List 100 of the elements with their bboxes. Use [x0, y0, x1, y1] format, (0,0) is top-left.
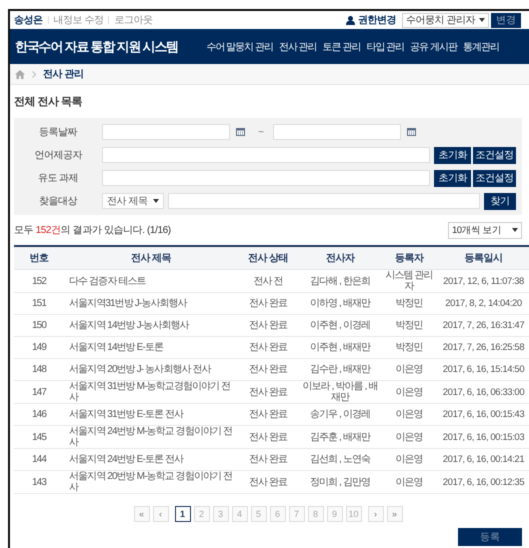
table-cell: 151: [14, 292, 64, 314]
table-cell: 2017, 12, 6, 11:07:38: [436, 270, 529, 292]
table-cell[interactable]: 서울지역 20번방 J- 농사회행사 전사: [64, 358, 238, 380]
nav-item[interactable]: 토큰 관리: [322, 40, 360, 54]
text-field[interactable]: [102, 170, 430, 186]
breadcrumb-item[interactable]: 전사 관리: [43, 67, 84, 81]
nav-item[interactable]: 통계관리: [463, 40, 499, 54]
table-cell: 150: [14, 314, 64, 336]
nav-item[interactable]: 공유 게시판: [410, 40, 457, 54]
page-number[interactable]: 1: [174, 506, 190, 522]
home-icon: [15, 70, 25, 78]
table-cell: 박정민: [382, 292, 436, 314]
table-cell: 전사 완료: [238, 448, 298, 470]
table-cell: 145: [14, 426, 64, 448]
table-cell: 시스템 관리자: [382, 270, 436, 292]
range-separator: ~: [257, 126, 265, 138]
text-field[interactable]: [102, 147, 430, 163]
table-cell[interactable]: 서울지역 14번방 E-토론: [64, 336, 238, 358]
calendar-icon: [236, 128, 245, 136]
table-cell: 김수란 , 배재만: [298, 358, 382, 380]
table-cell: 김다해 , 한은희: [298, 270, 382, 292]
table-cell[interactable]: 서울지역 20번방 M-농학교 경험이야기 전사: [64, 470, 238, 494]
reset-button[interactable]: 초기화: [434, 146, 471, 164]
table-cell[interactable]: 서울지역31번방 J-농사회행사: [64, 292, 238, 314]
table-cell: 이은영: [382, 404, 436, 426]
table-cell: 전사 완료: [238, 336, 298, 358]
column-header: 전사자: [298, 246, 382, 270]
caret-icon: [479, 18, 485, 22]
search-field[interactable]: [168, 193, 480, 209]
user-link[interactable]: 송성은: [14, 13, 42, 27]
target-select[interactable]: 전사 제목: [102, 193, 164, 209]
column-header: 번호: [14, 246, 64, 270]
filter-label: 찾을대상: [38, 195, 78, 208]
table-cell[interactable]: 서울지역 24번방 M-농학교 경험이야기 전사: [64, 426, 238, 448]
table-cell: 2017, 7, 26, 16:31:47: [436, 314, 529, 336]
table-cell[interactable]: 다수 검증자 테스트: [64, 270, 238, 292]
nav-item[interactable]: 전사 관리: [278, 40, 317, 54]
filter-label: 언어제공자: [33, 149, 84, 162]
table-cell: 이은영: [382, 470, 436, 494]
table-cell: 김주훈 , 배재만: [298, 426, 382, 448]
top-link[interactable]: 내정보 수정: [54, 13, 104, 27]
table-cell[interactable]: 서울지역 31번방 M-농학교경험이야기 전사: [64, 380, 238, 404]
table-cell: 이은영: [382, 448, 436, 470]
filter-label: 등록날짜: [38, 126, 78, 139]
table-cell: 2017, 6, 16, 00:14:21: [436, 448, 529, 470]
nav-item[interactable]: 수어 말뭉치 관리: [206, 40, 273, 54]
table-cell: 이주현 , 배재만: [298, 336, 382, 358]
result-count-text: 모두 152건의 결과가 있습니다. (1/16): [14, 224, 171, 237]
table-cell: 2017, 7, 26, 16:25:58: [436, 336, 529, 358]
table-cell: 박정민: [382, 336, 436, 358]
nav-item[interactable]: 타입 관리: [366, 40, 404, 54]
top-link[interactable]: 로그아웃: [114, 13, 152, 27]
table-cell[interactable]: 서울지역 31번방 E-토론 전사: [64, 404, 238, 426]
search-button[interactable]: 찾기: [484, 192, 516, 210]
table-cell: 2017, 6, 16, 00:15:43: [436, 404, 529, 426]
table-cell: 이보라 , 박아름 , 배재만: [298, 380, 382, 404]
chevron-icon: [32, 70, 36, 78]
role-select[interactable]: 수어뭉치 관리자: [402, 12, 489, 28]
calendar-icon: [407, 128, 416, 136]
table-cell: 전사 완료: [238, 292, 298, 314]
table-cell: 149: [14, 336, 64, 358]
table-cell: 2017, 6, 16, 00:15:03: [436, 426, 529, 448]
column-header: 등록일시: [436, 246, 529, 270]
table-cell: 2017, 6, 16, 15:14:50: [436, 358, 529, 380]
table-cell: 전사 완료: [238, 404, 298, 426]
table-cell: 144: [14, 448, 64, 470]
table-cell: 152: [14, 270, 64, 292]
table-cell: 이은영: [382, 380, 436, 404]
page-title: 전체 전사 목록: [14, 95, 84, 110]
table-cell: 이하영 , 배재만: [298, 292, 382, 314]
caret-icon: [512, 228, 518, 232]
site-title: 한국수어 자료 통합 지원 시스템: [15, 38, 178, 56]
table-cell: 143: [14, 470, 64, 494]
reset-button[interactable]: 초기화: [434, 170, 471, 186]
table-cell: 전사 완료: [238, 358, 298, 380]
table-cell: 전사 완료: [238, 426, 298, 448]
date-field[interactable]: [102, 124, 230, 140]
page-size-select[interactable]: 10개씩 보기: [448, 222, 522, 238]
date-field[interactable]: [273, 124, 401, 140]
change-button[interactable]: 변경: [491, 12, 521, 28]
role-label: 권한변경: [358, 14, 396, 27]
table-cell: 전사 완료: [238, 470, 298, 494]
register-button[interactable]: 등록: [458, 528, 522, 546]
table-cell: 전사 완료: [238, 380, 298, 404]
condition-button[interactable]: 조건설정: [473, 170, 516, 186]
table-cell: 박정민: [382, 314, 436, 336]
table-cell[interactable]: 서울지역 14번방 J-농사회행사: [64, 314, 238, 336]
table-cell: 2017, 8, 2, 14:04:20: [436, 292, 529, 314]
condition-button[interactable]: 조건설정: [473, 146, 516, 164]
column-header: 전사 상태: [238, 246, 298, 270]
table-cell: 147: [14, 380, 64, 404]
column-header: 등록자: [382, 246, 436, 270]
table-cell: 146: [14, 404, 64, 426]
table-cell: 148: [14, 358, 64, 380]
table-cell: 2017, 6, 16, 00:12:35: [436, 470, 529, 494]
table-cell: 송기우 , 이경레: [298, 404, 382, 426]
column-header: 전사 제목: [64, 246, 238, 270]
table-cell: 이주현 , 이경레: [298, 314, 382, 336]
table-cell: 정미희 , 김만영: [298, 470, 382, 494]
table-cell[interactable]: 서울지역 24번방 E-토론 전사: [64, 448, 238, 470]
